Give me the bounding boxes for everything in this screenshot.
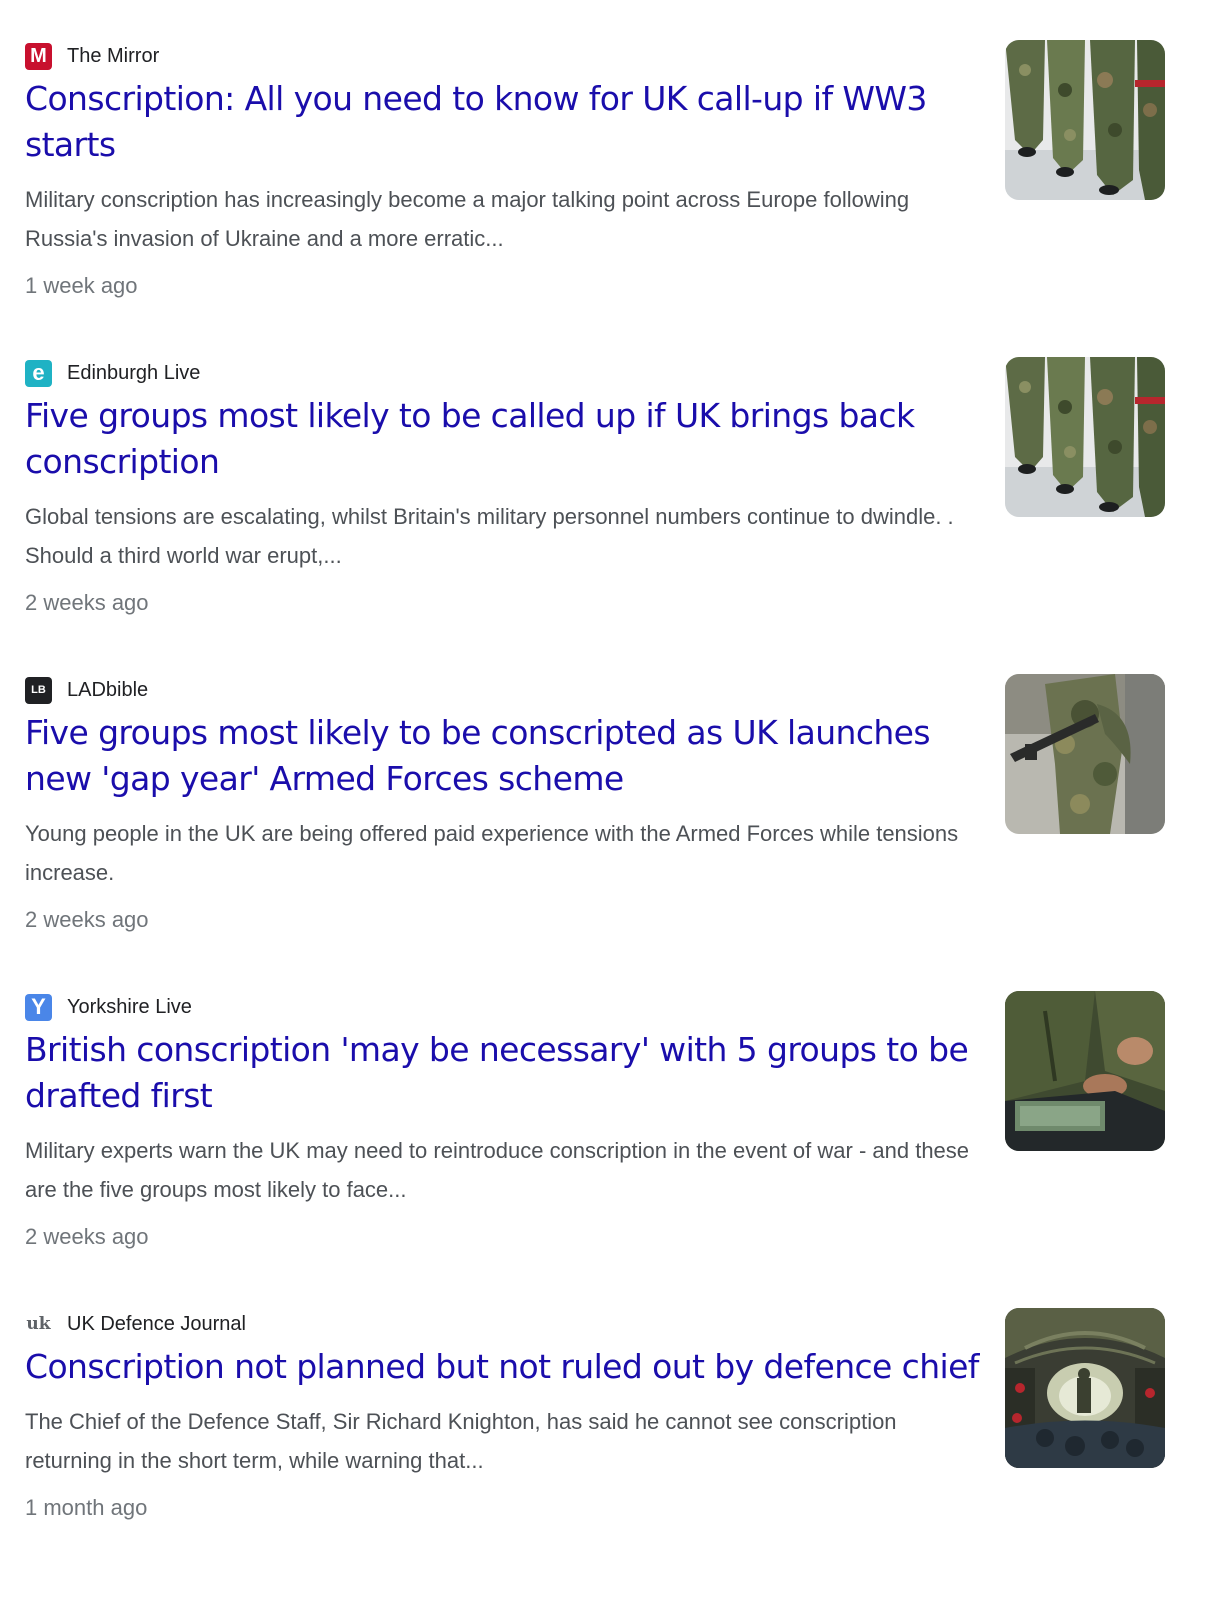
news-source[interactable]: e Edinburgh Live xyxy=(25,359,200,387)
news-result-card[interactable]: uk UK Defence Journal Conscription not p… xyxy=(25,1300,1185,1600)
source-name: LADbible xyxy=(67,678,149,701)
source-name: Yorkshire Live xyxy=(67,995,192,1018)
news-headline-link[interactable]: Five groups most likely to be conscripte… xyxy=(25,710,985,802)
news-source[interactable]: uk UK Defence Journal xyxy=(25,1310,246,1338)
news-result-card[interactable]: Y Yorkshire Live British conscription 'm… xyxy=(25,983,1185,1283)
source-name: The Mirror xyxy=(67,44,160,67)
news-snippet: Young people in the UK are being offered… xyxy=(25,821,959,885)
news-snippet: Global tensions are escalating, whilst B… xyxy=(25,504,954,568)
news-headline-link[interactable]: Five groups most likely to be called up … xyxy=(25,393,985,485)
source-name: UK Defence Journal xyxy=(67,1312,246,1335)
news-source[interactable]: M The Mirror xyxy=(25,42,159,70)
news-result-card[interactable]: e Edinburgh Live Five groups most likely… xyxy=(25,349,1185,649)
soldier-with-rifle-image xyxy=(1005,674,1165,834)
news-headline-link[interactable]: Conscription not planned but not ruled o… xyxy=(25,1344,1005,1390)
mirror-favicon-icon: M xyxy=(25,42,52,70)
news-source[interactable]: LB LADbible xyxy=(25,676,148,704)
news-headline-link[interactable]: British conscription 'may be necessary' … xyxy=(25,1027,985,1119)
news-thumbnail-image[interactable] xyxy=(1005,991,1165,1151)
source-name: Edinburgh Live xyxy=(67,361,201,384)
aircraft-cargo-hold-image xyxy=(1005,1308,1165,1468)
news-timestamp: 1 month ago xyxy=(25,1495,148,1520)
military-uniform-hands-image xyxy=(1005,991,1165,1151)
news-thumbnail-image[interactable] xyxy=(1005,674,1165,834)
news-snippet: Military experts warn the UK may need to… xyxy=(25,1138,970,1202)
news-thumbnail-image[interactable] xyxy=(1005,40,1165,200)
soldiers-marching-image xyxy=(1005,357,1165,517)
news-timestamp: 2 weeks ago xyxy=(25,1224,149,1249)
news-timestamp: 1 week ago xyxy=(25,273,138,298)
edinburgh-live-favicon-icon: e xyxy=(25,359,52,387)
soldiers-marching-image xyxy=(1005,40,1165,200)
news-thumbnail-image[interactable] xyxy=(1005,1308,1165,1468)
news-snippet: The Chief of the Defence Staff, Sir Rich… xyxy=(25,1409,897,1473)
news-result-card[interactable]: M The Mirror Conscription: All you need … xyxy=(25,32,1185,332)
news-timestamp: 2 weeks ago xyxy=(25,907,149,932)
ladbible-favicon-icon: LB xyxy=(25,676,52,704)
uk-defence-journal-favicon-icon: uk xyxy=(25,1310,52,1338)
news-source[interactable]: Y Yorkshire Live xyxy=(25,993,192,1021)
news-timestamp: 2 weeks ago xyxy=(25,590,149,615)
news-thumbnail-image[interactable] xyxy=(1005,357,1165,517)
yorkshire-live-favicon-icon: Y xyxy=(25,993,52,1021)
news-snippet: Military conscription has increasingly b… xyxy=(25,187,910,251)
news-result-card[interactable]: LB LADbible Five groups most likely to b… xyxy=(25,666,1185,966)
news-headline-link[interactable]: Conscription: All you need to know for U… xyxy=(25,76,985,168)
